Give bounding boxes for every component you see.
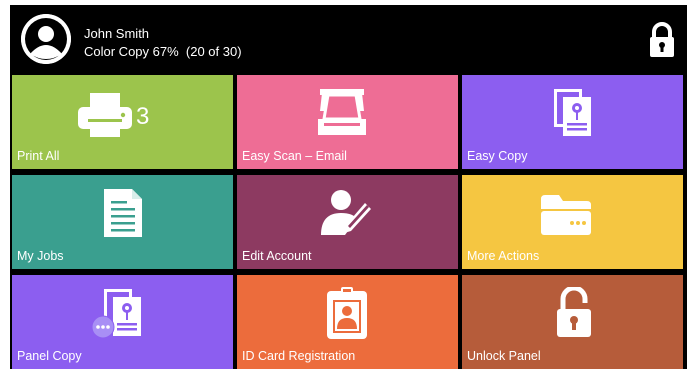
tile-print-all[interactable]: 3 Print All <box>12 75 233 169</box>
tile-more-actions[interactable]: More Actions <box>462 175 683 269</box>
tile-label: Easy Copy <box>467 149 528 163</box>
tile-edit-account[interactable]: Edit Account <box>237 175 458 269</box>
tile-easy-scan-email[interactable]: Easy Scan – Email <box>237 75 458 169</box>
user-name: John Smith <box>84 26 150 41</box>
tile-label: Edit Account <box>242 249 312 263</box>
user-avatar-icon <box>21 14 71 64</box>
user-edit-icon <box>321 187 371 244</box>
tile-label: Print All <box>17 149 60 163</box>
panel-copy-icon <box>91 289 142 344</box>
tile-label: Easy Scan – Email <box>242 149 347 163</box>
tile-label: Panel Copy <box>17 349 82 363</box>
scanner-icon <box>318 89 366 140</box>
tile-id-card-registration[interactable]: ID Card Registration <box>237 275 458 369</box>
tile-unlock-panel[interactable]: Unlock Panel <box>462 275 683 369</box>
padlock-open-icon <box>554 285 594 344</box>
copy-document-icon <box>554 89 592 142</box>
print-count-badge: 3 <box>136 103 150 130</box>
tile-label: ID Card Registration <box>242 349 356 363</box>
document-icon <box>104 189 142 242</box>
id-card-icon <box>327 287 367 344</box>
tile-panel-copy[interactable]: Panel Copy <box>12 275 233 369</box>
color-copy-quota: Color Copy 67% (20 of 30) <box>84 44 242 59</box>
folder-icon <box>541 195 591 240</box>
tile-label: Unlock Panel <box>467 349 541 363</box>
tile-easy-copy[interactable]: Easy Copy <box>462 75 683 169</box>
padlock-closed-icon[interactable] <box>647 21 677 59</box>
terminal-screen: John Smith Color Copy 67% (20 of 30) 3 P… <box>10 5 687 369</box>
tile-label: More Actions <box>467 249 540 263</box>
header-bar: John Smith Color Copy 67% (20 of 30) <box>10 5 687 73</box>
tile-label: My Jobs <box>17 249 64 263</box>
printer-icon <box>78 93 132 142</box>
tile-my-jobs[interactable]: My Jobs <box>12 175 233 269</box>
